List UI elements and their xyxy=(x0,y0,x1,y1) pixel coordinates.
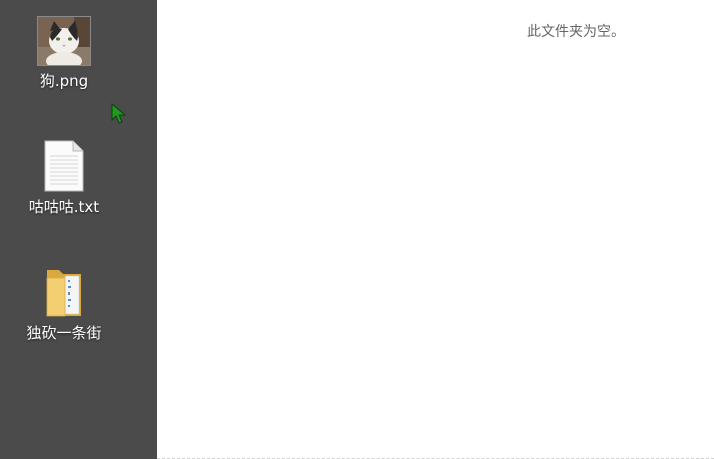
empty-folder-message: 此文件夹为空。 xyxy=(527,24,625,40)
text-file-icon xyxy=(43,140,85,192)
folder-icon xyxy=(43,266,85,318)
desktop-item-label: 狗.png xyxy=(39,72,89,90)
desktop-item-folder[interactable]: 独砍一条街 xyxy=(9,266,119,342)
desktop-item-label: 咕咕咕.txt xyxy=(28,198,100,216)
folder-content-pane[interactable]: 此文件夹为空。 xyxy=(157,0,714,459)
desktop-panel[interactable]: 狗.png 咕咕咕.txt 独砍一条街 xyxy=(0,0,157,459)
desktop-item-text-file[interactable]: 咕咕咕.txt xyxy=(9,140,119,216)
desktop-item-label: 独砍一条街 xyxy=(26,324,102,342)
desktop-item-dog-png[interactable]: 狗.png xyxy=(9,16,119,90)
screen: 狗.png 咕咕咕.txt 独砍一条街 此文件夹为空。 xyxy=(0,0,714,459)
image-thumbnail-icon xyxy=(37,16,91,66)
mouse-cursor-icon xyxy=(111,102,127,125)
